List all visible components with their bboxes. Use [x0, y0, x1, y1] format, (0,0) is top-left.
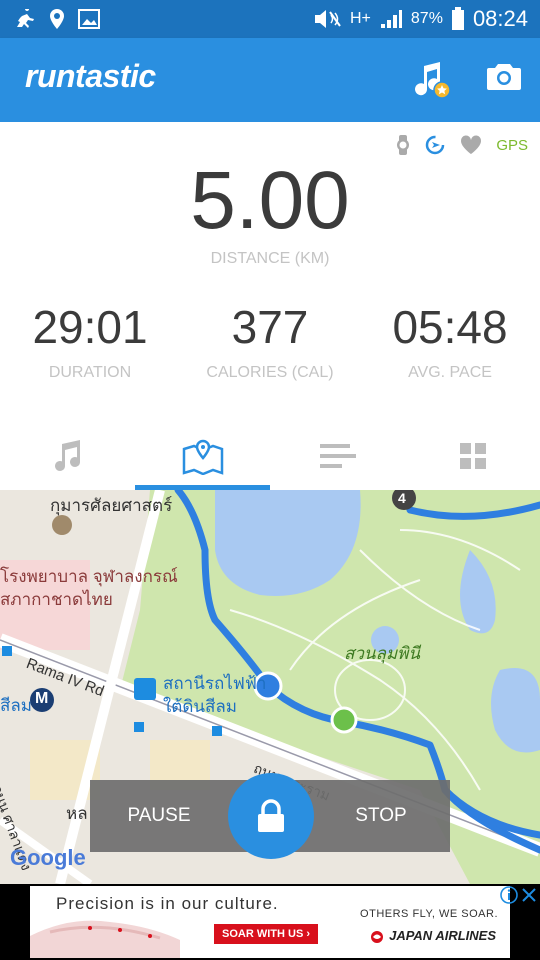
- tab-splits[interactable]: [270, 422, 405, 490]
- bars-icon: [319, 444, 356, 468]
- lock-icon: [258, 799, 284, 832]
- signal-icon: [380, 10, 402, 28]
- ad-brand: JAPAN AIRLINES: [389, 928, 496, 943]
- gallery-icon: [78, 9, 100, 29]
- location-icon: [50, 9, 64, 29]
- metro-marker-label: M: [35, 690, 49, 707]
- battery-icon: [451, 7, 464, 30]
- grid-icon: [459, 443, 486, 469]
- map-label-park: สวนลุมพินี: [344, 644, 420, 663]
- ad-slogan: OTHERS FLY, WE SOAR.: [360, 908, 498, 920]
- heart-rate-icon: [461, 135, 482, 154]
- distance-label: DISTANCE (KM): [210, 250, 330, 267]
- ad-controls: [500, 886, 538, 904]
- ad-cta-button[interactable]: SOAR WITH US ›: [214, 924, 318, 944]
- tab-bar: [0, 422, 540, 490]
- pace-stat: 05:48 AVG. PACE: [360, 300, 540, 382]
- pace-value: 05:48: [392, 301, 508, 353]
- ad-info-icon[interactable]: [500, 886, 518, 904]
- google-logo: Google: [10, 845, 86, 870]
- clock: 08:24: [472, 6, 528, 31]
- duration-label: DURATION: [48, 364, 132, 381]
- tab-music[interactable]: [0, 422, 135, 490]
- watch-icon: [397, 135, 410, 155]
- km-marker-label: 4: [398, 490, 406, 506]
- lock-button[interactable]: [228, 773, 314, 859]
- music-star-icon: [415, 62, 451, 99]
- tab-map[interactable]: [135, 422, 270, 490]
- distance-value: 5.00: [190, 155, 350, 246]
- map-label-partial: หล: [66, 804, 88, 823]
- pace-label: AVG. PACE: [408, 364, 492, 381]
- map-pin-icon: [182, 439, 223, 475]
- mute-icon: [315, 10, 341, 28]
- running-icon: [17, 9, 34, 28]
- jal-logo-icon: [371, 931, 383, 943]
- sensor-indicators: GPS: [396, 134, 528, 156]
- network-type: H+: [350, 10, 371, 27]
- calories-label: CALORIES (CAL): [206, 364, 334, 381]
- stop-button[interactable]: STOP: [316, 780, 446, 852]
- calories-stat: 377 CALORIES (CAL): [180, 300, 360, 382]
- map-label-silom: สีลม: [0, 696, 32, 715]
- ad-banner[interactable]: Precision is in our culture. SOAR WITH U…: [0, 884, 540, 960]
- status-bar: H+ 87% 08:24: [0, 0, 540, 38]
- pause-button[interactable]: PAUSE: [94, 780, 224, 852]
- live-tracking-icon: [426, 135, 445, 155]
- music-note-icon: [54, 440, 80, 471]
- duration-stat: 29:01 DURATION: [0, 300, 180, 382]
- map-label-museum: กุมารศัลยศาสตร์: [50, 496, 173, 515]
- ad-content[interactable]: Precision is in our culture. SOAR WITH U…: [30, 886, 510, 958]
- map-label-hospital-2: สภากาชาดไทย: [0, 590, 113, 609]
- stats-panel: GPS 5.00 DISTANCE (KM) 29:01 DURATION 37…: [0, 122, 540, 422]
- ad-close-icon[interactable]: [520, 886, 538, 904]
- camera-icon: [487, 64, 521, 90]
- app-bar: runtastic: [0, 38, 540, 122]
- battery-percent: 87%: [410, 10, 443, 27]
- gps-status: GPS: [496, 136, 528, 154]
- calories-value: 377: [231, 301, 309, 353]
- music-powersong-button[interactable]: [414, 60, 452, 105]
- duration-value: 29:01: [32, 301, 148, 353]
- tab-dashboard[interactable]: [405, 422, 540, 490]
- ad-headline: Precision is in our culture.: [56, 894, 279, 913]
- map-label-station-2: ใต้ดินสีลม: [163, 697, 238, 716]
- app-title: runtastic: [25, 58, 156, 94]
- camera-button[interactable]: [486, 60, 522, 99]
